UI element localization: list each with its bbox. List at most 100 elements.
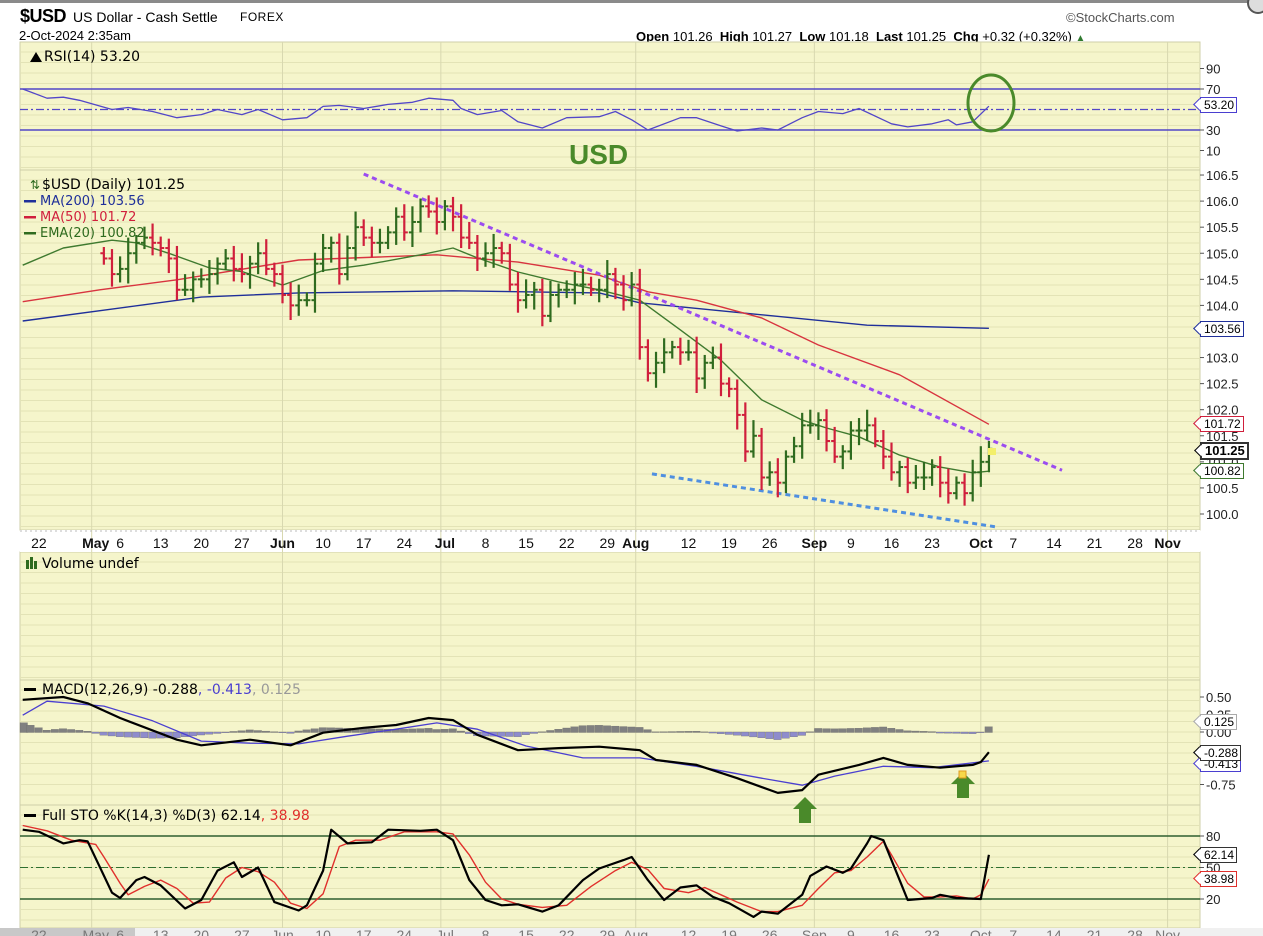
macd-histogram-bar [741,731,749,737]
bottom-date-label: 12 [681,927,697,936]
macd-histogram-bar [530,731,538,734]
scrollbar [0,928,135,936]
macd-histogram-bar [570,726,579,733]
macd-histogram-bar [952,731,961,734]
sto-k-tag: 62.14 [1200,847,1238,863]
date-axis-label: 13 [153,535,169,551]
date-axis-label: 28 [1127,535,1143,551]
ma50-swatch [24,216,36,219]
macd-histogram-bar [513,731,522,737]
bottom-date-label: Sep [802,927,827,936]
date-axis-label: 12 [681,535,697,551]
usd-annotation: USD [569,139,628,170]
price-axis-label: 100.5 [1206,481,1239,496]
macd-histogram-bar [124,731,132,738]
macd-histogram-bar [213,731,222,734]
price-panel [19,169,1201,531]
macd-histogram-bar [237,730,246,733]
macd-legend-value: MACD(12,26,9) -0.288 [42,682,198,698]
date-axis-label: Sep [802,535,828,551]
price-axis-label: 106.0 [1206,194,1239,209]
macd-histogram-bar [554,729,563,733]
macd-histogram-bar [781,731,790,739]
bottom-date-label: Jul [436,927,454,936]
macd-histogram-bar [806,731,814,733]
macd-histogram-bar [643,729,652,733]
macd-histogram-bar [595,725,603,733]
macd-histogram-bar [99,731,108,736]
date-axis-label: 6 [116,535,124,551]
macd-histogram-bar [67,729,76,733]
date-axis-label: Oct [969,535,993,551]
price-axis-label: 100.0 [1206,507,1239,522]
macd-histogram-bar [91,731,100,734]
date-axis-label: 26 [762,535,778,551]
date-axis-label: 21 [1087,535,1103,551]
bottom-date-label: Jun [271,927,294,936]
price-axis-label: 102.5 [1206,377,1239,392]
macd-histogram-bar [814,728,823,733]
price-axis-label: 105.0 [1206,246,1239,261]
macd-histogram-bar [659,731,668,733]
date-axis-label: 8 [482,535,490,551]
bottom-date-label: 22 [31,927,47,936]
macd-histogram-bar [221,731,230,733]
date-axis-label: 16 [884,535,900,551]
bottom-date-label: 21 [1087,927,1103,936]
macd-histogram-bar [798,731,806,736]
date-axis-label: Jul [435,535,455,551]
volume-legend: Volume undef [42,556,140,572]
macd-legend: MACD(12,26,9) -0.288, -0.413, 0.125 [42,682,301,698]
macd-histogram-bar [733,731,741,736]
bottom-date-label: 6 [116,927,124,936]
macd-histogram-bar [895,729,904,733]
price-axis-label: 104.0 [1206,298,1239,313]
macd-histogram-bar [34,727,43,733]
price-axis-label: 104.5 [1206,272,1239,287]
bottom-date-label: 26 [762,927,778,936]
macd-histogram-bar [668,731,676,733]
macd-legend-signal: , -0.413 [198,682,252,698]
bottom-date-label: 28 [1127,927,1143,936]
ma200-swatch [24,200,36,203]
macd-histogram-bar [822,728,831,733]
stock-chart: 22 22 May May 6 6 13 13 20 20 27 27 Jun Jun 10 10 17 17 24… [0,41,1263,936]
macd-histogram-bar [651,731,660,733]
macd-histogram-bar [497,731,506,737]
date-axis-label: 23 [924,535,940,551]
macd-histogram-bar [107,731,116,737]
date-axis-label: May [82,535,109,551]
macd-histogram-bar [919,731,928,733]
bottom-date-label: Aug [623,927,648,936]
date-axis-label: 19 [721,535,737,551]
macd-histogram-bar [854,728,863,733]
bottom-date-label: Nov [1155,927,1180,936]
bottom-date-label: May [83,927,109,936]
macd-histogram-bar [846,728,855,733]
macd-histogram-bar [302,729,311,733]
bottom-date-label: 27 [234,927,250,936]
macd-histogram-bar [440,728,449,733]
macd-histogram-bar [562,727,571,733]
bottom-date-label: 13 [153,927,169,936]
bottom-date-label: 10 [315,927,331,936]
macd-histogram-bar [603,725,611,733]
macd-histogram-bar [708,731,717,734]
macd-histogram-bar [205,731,214,735]
ma50-legend: MA(50) 101.72 [40,210,136,225]
bottom-date-label: 29 [600,927,616,936]
date-axis-label: 22 [559,535,575,551]
sto-d-tag: 38.98 [1200,871,1238,887]
macd-histogram-bar [253,730,262,733]
macd-histogram-bar [984,726,993,733]
macd-histogram-bar [887,728,896,733]
bottom-date-label: 24 [397,927,413,936]
macd-histogram-bar [700,731,709,733]
macd-histogram-bar [448,728,457,733]
macd-histogram-bar [927,731,936,733]
macd-histogram-bar [936,731,944,734]
rsi-value-tag: 53.20 [1200,97,1238,113]
macd-histogram-bar [270,731,279,733]
macd-histogram-bar [871,727,879,733]
date-axis-label: 17 [356,535,372,551]
